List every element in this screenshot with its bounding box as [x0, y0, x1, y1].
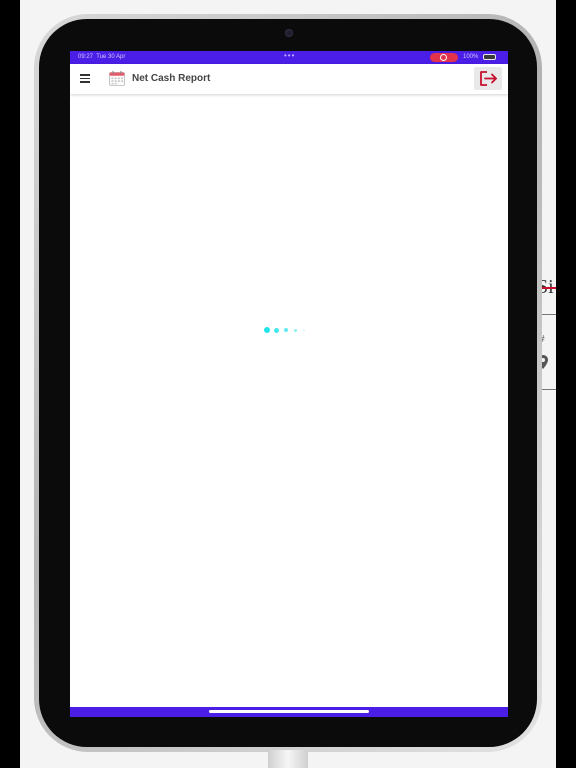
record-icon — [440, 54, 447, 61]
screen-recording-indicator[interactable] — [430, 53, 458, 62]
app-header: Net Cash Report — [70, 64, 508, 94]
hamburger-menu-icon[interactable] — [80, 73, 91, 84]
loader-dot — [264, 327, 270, 333]
loader-dot — [303, 329, 305, 332]
battery-fill — [484, 55, 495, 59]
loader-dot — [274, 327, 279, 333]
home-indicator[interactable] — [209, 710, 369, 713]
stage: Si # 09:27 Tue 30 Apr ••• 100% — [0, 0, 576, 768]
calendar-icon — [109, 71, 125, 86]
bottom-bar — [70, 707, 508, 717]
status-clock: 09:27 — [78, 54, 94, 60]
status-time: 09:27 Tue 30 Apr — [78, 54, 125, 60]
app-screen: 09:27 Tue 30 Apr ••• 100% Net Cash Repor… — [70, 51, 508, 717]
logout-button[interactable] — [474, 67, 502, 90]
loading-dots-icon — [263, 326, 313, 336]
logout-icon — [480, 71, 497, 86]
battery-icon — [483, 54, 496, 60]
charging-cable — [268, 750, 308, 768]
multitasking-dots-icon[interactable]: ••• — [284, 51, 295, 60]
page-title: Net Cash Report — [132, 73, 211, 84]
camera-icon — [285, 29, 293, 37]
loader-dot — [284, 328, 288, 332]
status-bar: 09:27 Tue 30 Apr ••• 100% — [70, 51, 508, 64]
loader-dot — [294, 329, 297, 332]
battery-percent: 100% — [463, 54, 479, 60]
status-date: Tue 30 Apr — [96, 54, 126, 60]
